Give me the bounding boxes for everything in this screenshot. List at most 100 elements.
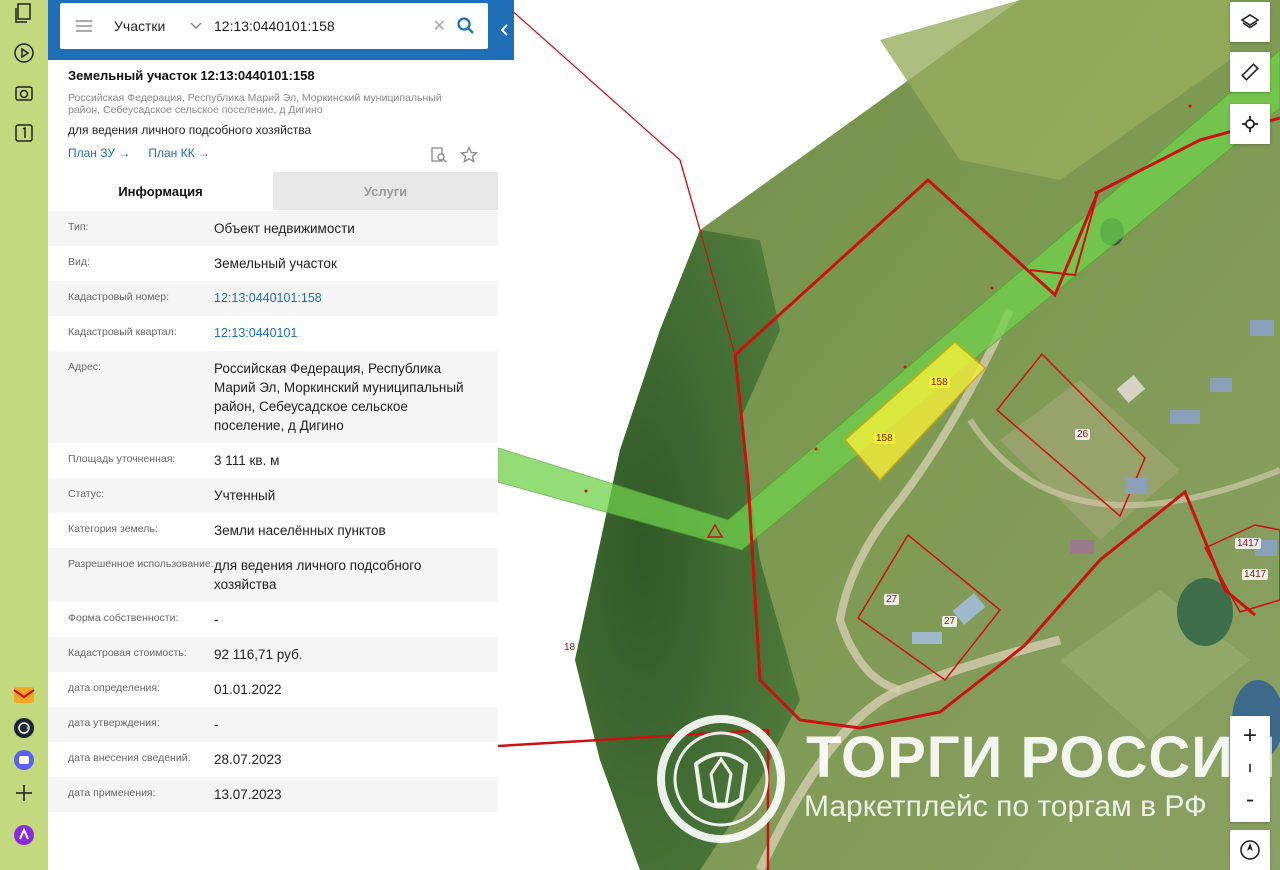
play-button[interactable] <box>11 40 37 66</box>
property-label: Кадастровый квартал: <box>68 326 177 338</box>
parcel-label-158b: 158 <box>874 433 895 444</box>
property-label: Тип: <box>68 221 89 233</box>
property-row: Кадастровый квартал: 12:13:0440101 <box>48 316 498 351</box>
building-4 <box>1170 410 1200 424</box>
vertex-dot <box>584 489 588 493</box>
tab-bar: Информация Услуги <box>48 172 498 210</box>
property-value: 13.07.2023 <box>214 787 282 802</box>
property-row: Форма собственности: - <box>48 602 498 637</box>
property-row: Тип: Объект недвижимости <box>48 211 498 246</box>
property-label: дата определения: <box>68 682 161 694</box>
property-value: 3 111 кв. м <box>214 453 280 468</box>
assistant-icon <box>14 825 34 845</box>
property-value: - <box>214 717 219 732</box>
property-label: Разрешенное использование: <box>68 558 214 570</box>
screenshot-button[interactable] <box>11 80 37 106</box>
documents-button[interactable] <box>11 0 37 26</box>
parcel-label-158a: 158 <box>929 377 950 388</box>
messenger-icon <box>14 750 34 770</box>
tab-services[interactable]: Услуги <box>273 172 498 210</box>
property-label: дата утверждения: <box>68 717 160 729</box>
locate-button[interactable] <box>1230 104 1270 144</box>
search-input[interactable]: 12:13:0440101:158 <box>214 18 433 34</box>
plus-icon <box>16 785 32 801</box>
property-value-link[interactable]: 12:13:0440101:158 <box>214 289 478 308</box>
vertex-dot-5 <box>1094 191 1098 195</box>
property-label: Статус: <box>68 488 105 500</box>
property-row: дата утверждения: - <box>48 707 498 742</box>
object-title: Земельный участок 12:13:0440101:158 <box>68 68 315 83</box>
plan-zu-label: План ЗУ <box>68 146 115 160</box>
measure-button[interactable] <box>1230 52 1270 92</box>
building-8 <box>1125 478 1147 494</box>
ruler-icon <box>1241 63 1259 81</box>
counter-button[interactable] <box>11 120 37 146</box>
search-document-icon[interactable] <box>430 146 448 164</box>
object-header: Земельный участок 12:13:0440101:158 Росс… <box>48 60 498 172</box>
zoom-slider[interactable] <box>1249 764 1251 772</box>
property-row: Адрес: Российская Федерация, Республика М… <box>48 351 498 443</box>
property-row: Кадастровая стоимость: 92 116,71 руб. <box>48 637 498 672</box>
property-label: Категория земель: <box>68 523 158 535</box>
plan-zu-link[interactable]: План ЗУ → <box>68 146 130 160</box>
left-toolbar <box>0 0 48 870</box>
property-row: Категория земель: Земли населённых пункто… <box>48 513 498 548</box>
property-value: 01.01.2022 <box>214 682 282 697</box>
envelope-icon <box>13 687 35 703</box>
number-one-icon <box>15 124 33 142</box>
collapse-panel-button[interactable] <box>496 0 514 60</box>
property-value: Земельный участок <box>214 256 337 271</box>
info-panel: Участки 12:13:0440101:158 ✕ Земельный уч… <box>48 0 514 870</box>
zoom-out-button[interactable]: - <box>1230 782 1270 818</box>
chevron-left-icon <box>501 24 508 36</box>
compass-button[interactable] <box>1230 830 1270 870</box>
property-value-link[interactable]: 12:13:0440101 <box>214 324 478 343</box>
plan-links: План ЗУ → План КК → <box>68 146 478 160</box>
add-app-button[interactable] <box>11 780 37 806</box>
property-value: Объект недвижимости <box>214 221 355 236</box>
search-type-select[interactable]: Участки <box>114 18 184 34</box>
layers-button[interactable] <box>1230 2 1270 42</box>
property-label: Адрес: <box>68 361 101 373</box>
building-6 <box>1250 320 1274 336</box>
property-row: дата определения: 01.01.2022 <box>48 672 498 707</box>
property-value: Учтенный <box>214 488 276 503</box>
search-box: Участки 12:13:0440101:158 ✕ <box>60 3 488 49</box>
camera-icon <box>15 86 33 101</box>
menu-icon[interactable] <box>76 20 92 32</box>
property-row: Разрешенное использование: для ведения ли… <box>48 548 498 602</box>
parcel-label-1417a: 1417 <box>1235 538 1262 549</box>
property-row: дата внесения сведений: 28.07.2023 <box>48 742 498 777</box>
vertex-dot-2 <box>814 447 818 451</box>
property-value: для ведения личного подсобного хозяйства <box>214 558 422 592</box>
assistant-button[interactable] <box>11 822 37 848</box>
search-icon[interactable] <box>456 16 476 36</box>
property-label: Вид: <box>68 256 90 268</box>
property-value: 28.07.2023 <box>214 752 282 767</box>
property-row: Статус: Учтенный <box>48 478 498 513</box>
building-5 <box>1210 378 1232 392</box>
vertex-dot-4 <box>990 286 994 290</box>
plan-kk-link[interactable]: План КК → <box>148 146 210 160</box>
vertex-dot-6 <box>1188 104 1192 108</box>
star-icon[interactable] <box>460 146 478 164</box>
play-icon <box>14 43 34 63</box>
mail-app-button[interactable] <box>11 682 37 708</box>
messenger-button[interactable] <box>11 747 37 773</box>
chevron-down-icon[interactable] <box>190 19 204 33</box>
vertex-dot-3 <box>903 365 907 369</box>
property-label: Площадь уточненная: <box>68 453 176 465</box>
tab-information[interactable]: Информация <box>48 172 273 210</box>
plan-kk-label: План КК <box>148 146 195 160</box>
compass-icon <box>1240 840 1260 860</box>
property-label: Кадастровая стоимость: <box>68 647 187 659</box>
property-label: Форма собственности: <box>68 612 179 624</box>
property-value: - <box>214 612 219 627</box>
search-bar: Участки 12:13:0440101:158 ✕ <box>48 0 514 60</box>
clear-icon[interactable]: ✕ <box>433 16 446 36</box>
property-row: Вид: Земельный участок <box>48 246 498 281</box>
app-button-dark[interactable] <box>11 715 37 741</box>
building-2 <box>912 632 942 644</box>
zoom-in-button[interactable]: + <box>1230 718 1270 754</box>
parcel-label-26: 26 <box>1075 429 1091 440</box>
